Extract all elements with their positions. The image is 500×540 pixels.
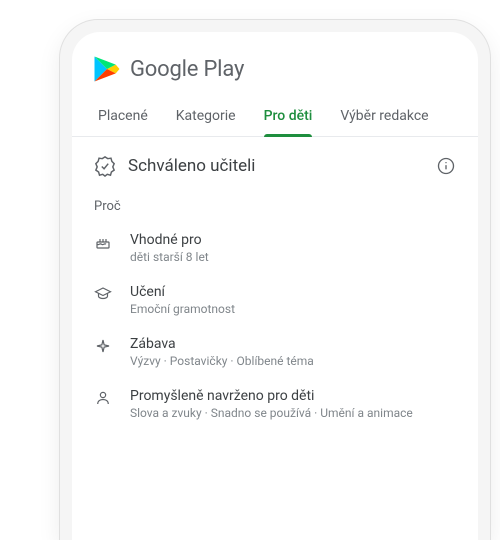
- phone-frame: Google Play PlacenéKategoriePro dětiVýbě…: [60, 20, 490, 540]
- header: Google Play: [72, 32, 478, 98]
- phone-screen: Google Play PlacenéKategoriePro dětiVýbě…: [72, 32, 478, 540]
- approved-left: Schváleno učiteli: [94, 155, 255, 177]
- list-item: Učení Emoční gramotnost: [94, 284, 456, 316]
- approved-row: Schváleno učiteli: [94, 155, 456, 177]
- badge-icon: [94, 155, 116, 177]
- grad-icon: [94, 284, 114, 303]
- person-icon: [94, 388, 114, 407]
- cake-icon: [94, 232, 114, 251]
- list-item: Vhodné pro děti starší 8 let: [94, 232, 456, 264]
- item-subtitle: děti starší 8 let: [130, 250, 456, 264]
- item-title: Promyšleně navrženo pro děti: [130, 388, 456, 404]
- tabs: PlacenéKategoriePro dětiVýběr redakce: [72, 98, 478, 137]
- list-item: Zábava Výzvy · Postavičky · Oblíbené téma: [94, 336, 456, 368]
- approved-title: Schváleno učiteli: [128, 156, 255, 176]
- item-body: Vhodné pro děti starší 8 let: [130, 232, 456, 264]
- list-item: Promyšleně navrženo pro děti Slova a zvuk…: [94, 388, 456, 420]
- tab-3[interactable]: Výběr redakce: [326, 98, 442, 136]
- items-list: Vhodné pro děti starší 8 let Učení Emoční g…: [94, 232, 456, 420]
- item-subtitle: Slova a zvuky · Snadno se používá · Uměn…: [130, 406, 456, 420]
- tab-0[interactable]: Placené: [84, 98, 162, 136]
- sparkle-icon: [94, 336, 114, 355]
- google-play-icon: [92, 54, 122, 84]
- content: Schváleno učiteli Proč Vhodné pro děti st…: [72, 137, 478, 540]
- tab-1[interactable]: Kategorie: [162, 98, 250, 136]
- section-label: Proč: [94, 199, 456, 214]
- item-subtitle: Emoční gramotnost: [130, 302, 456, 316]
- brand-label: Google Play: [130, 57, 244, 82]
- info-icon[interactable]: [436, 156, 456, 176]
- item-title: Vhodné pro: [130, 232, 456, 248]
- item-title: Učení: [130, 284, 456, 300]
- item-body: Učení Emoční gramotnost: [130, 284, 456, 316]
- item-title: Zábava: [130, 336, 456, 352]
- item-body: Zábava Výzvy · Postavičky · Oblíbené téma: [130, 336, 456, 368]
- tab-2[interactable]: Pro děti: [250, 98, 327, 136]
- item-body: Promyšleně navrženo pro děti Slova a zvuk…: [130, 388, 456, 420]
- item-subtitle: Výzvy · Postavičky · Oblíbené téma: [130, 354, 456, 368]
